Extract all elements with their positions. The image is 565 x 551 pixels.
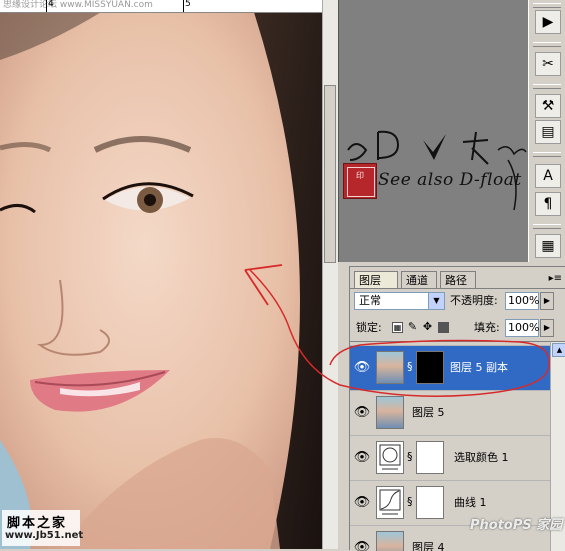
fill-label: 填充: <box>474 321 500 334</box>
character-icon[interactable]: A <box>535 164 561 188</box>
paragraph-icon[interactable]: ¶ <box>535 192 561 216</box>
chevron-down-icon[interactable]: ▼ <box>428 293 444 309</box>
layer-thumbnail <box>376 396 404 429</box>
layer-mask-thumbnail[interactable] <box>416 486 444 519</box>
link-icon[interactable]: § <box>407 495 413 508</box>
scroll-up-icon[interactable]: ▲ <box>552 343 565 357</box>
layer-name: 曲线 1 <box>454 496 487 509</box>
curves-adjustment-icon <box>376 486 404 519</box>
lock-label: 锁定: <box>356 321 382 334</box>
eye-icon[interactable]: 👁 <box>352 538 372 551</box>
layer-thumbnail <box>376 351 404 384</box>
site-watermark: 脚本之家 www.Jb51.net <box>2 510 84 546</box>
panel-dock-strip: ▶ ✂ ⚒ ▤ A ¶ ▦ <box>528 0 565 262</box>
layer-comps-icon[interactable]: ▤ <box>535 120 561 144</box>
dock-grip[interactable] <box>533 224 561 229</box>
ruler-label: 5 <box>185 0 191 9</box>
tab-label: 通道 <box>406 274 428 287</box>
tab-label: 路径 <box>445 274 467 287</box>
lock-pixels-icon[interactable]: ✎ <box>407 321 418 333</box>
panel-tabs: 图层 × 通道 路径 ▸≡ <box>350 269 565 304</box>
lock-position-icon[interactable]: ✥ <box>422 321 433 333</box>
tab-paths[interactable]: 路径 <box>440 271 476 288</box>
fill-slider-button[interactable]: ▶ <box>540 319 554 337</box>
seal-text: 印 <box>356 171 364 180</box>
dock-grip[interactable] <box>533 152 561 157</box>
tab-label: 图层 <box>359 274 381 287</box>
signature-text: See also D-float <box>378 170 522 190</box>
ruler-tick <box>183 0 184 12</box>
layer-row-selective-color[interactable]: 👁 § 选取颜色 1 <box>350 436 550 481</box>
ruler-label: 4 <box>48 0 54 9</box>
opacity-field[interactable]: 100% <box>505 292 539 310</box>
fill-field[interactable]: 100% <box>505 319 539 337</box>
dock-grip[interactable] <box>533 84 561 89</box>
link-icon[interactable]: § <box>407 360 413 373</box>
corner-watermark: PhotoPS 家园 <box>470 518 563 533</box>
eye-icon[interactable]: 👁 <box>352 358 372 378</box>
layer-row-layer5[interactable]: 👁 图层 5 <box>350 391 550 436</box>
tab-channels[interactable]: 通道 <box>401 271 437 288</box>
dock-grip[interactable] <box>533 3 561 8</box>
layer-name: 图层 5 <box>412 406 445 419</box>
lock-all-icon[interactable] <box>438 322 449 333</box>
layer-mask-thumbnail[interactable] <box>416 441 444 474</box>
layer-name: 选取颜色 1 <box>454 451 509 464</box>
lock-transparency-icon[interactable]: ▦ <box>392 322 403 333</box>
dock-grip[interactable] <box>533 42 561 47</box>
navigator-icon[interactable]: ▶ <box>535 10 561 34</box>
watermark-title: 脚本之家 <box>7 516 68 531</box>
eye-icon[interactable]: 👁 <box>352 403 372 423</box>
watermark-url: www.Jb51.net <box>5 530 84 541</box>
eye-icon[interactable]: 👁 <box>352 493 372 513</box>
tool-presets-icon[interactable]: ⚒ <box>535 94 561 118</box>
top-ruler: 思缘设计论坛 www.MISSYUAN.com 4 5 <box>0 0 322 13</box>
panel-menu-icon[interactable]: ▸≡ <box>549 273 562 284</box>
layer-name: 图层 5 副本 <box>450 361 508 374</box>
tab-layers[interactable]: 图层 × <box>354 271 398 304</box>
blend-mode-value: 正常 <box>359 294 381 307</box>
selective-color-adjustment-icon <box>376 441 404 474</box>
opacity-slider-button[interactable]: ▶ <box>540 292 554 310</box>
document-icon[interactable]: ▦ <box>535 234 561 258</box>
layers-panel: 图层 × 通道 路径 ▸≡ 正常 ▼ 不透明度: 100% ▶ 锁定: ▦ ✎ … <box>349 266 565 551</box>
red-seal-stamp: 印 <box>343 163 377 199</box>
link-icon[interactable]: § <box>407 450 413 463</box>
layer-name: 图层 4 <box>412 541 445 551</box>
opacity-label: 不透明度: <box>450 294 498 307</box>
document-canvas[interactable]: 思缘设计论坛 www.MISSYUAN.com 4 5 脚本之家 www.Jb5… <box>0 0 322 549</box>
brush-icon[interactable]: ✂ <box>535 52 561 76</box>
scrollbar-thumb[interactable] <box>324 85 336 263</box>
layer-thumbnail <box>376 531 404 551</box>
eye-icon[interactable]: 👁 <box>352 448 372 468</box>
ruler-tick <box>46 0 47 12</box>
blend-mode-select[interactable]: 正常 ▼ <box>354 292 445 310</box>
canvas-vertical-scrollbar[interactable] <box>322 0 338 549</box>
layer-row-layer5-copy[interactable]: 👁 § 图层 5 副本 <box>350 346 550 391</box>
portrait-photo <box>0 0 322 549</box>
ruler-watermark: 思缘设计论坛 www.MISSYUAN.com <box>3 0 153 10</box>
layer-mask-thumbnail[interactable] <box>416 351 444 384</box>
